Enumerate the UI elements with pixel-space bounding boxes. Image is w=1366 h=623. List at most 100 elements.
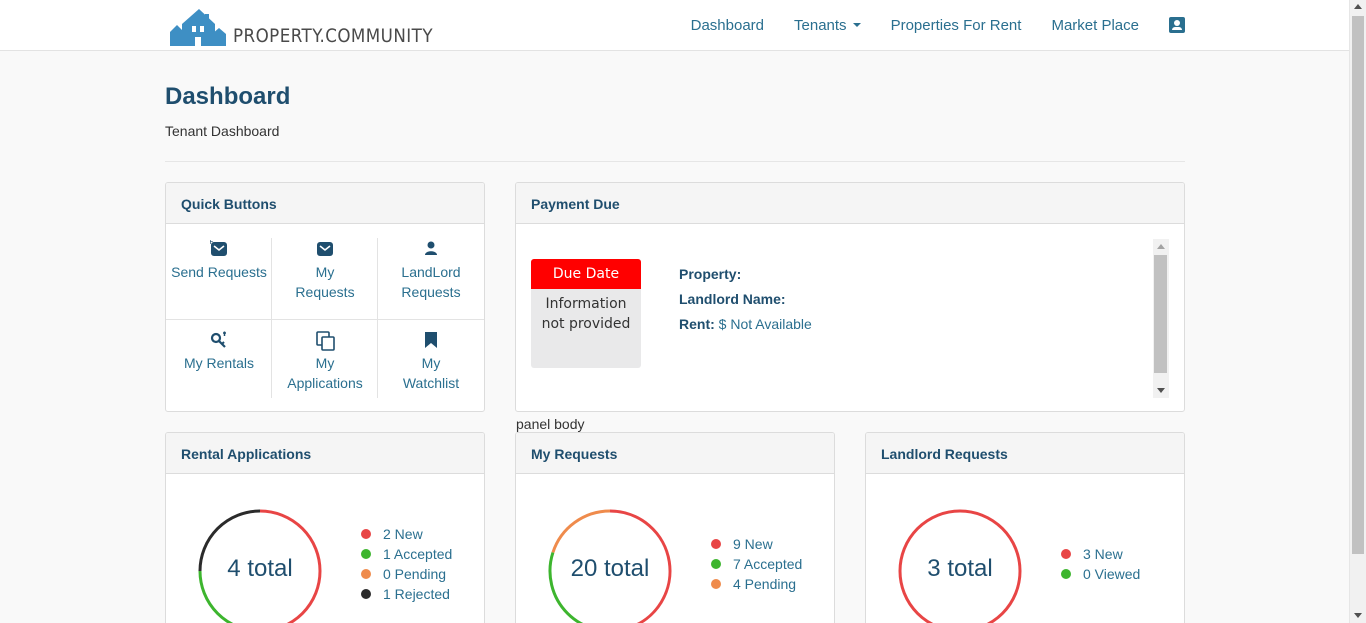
- send-requests-button[interactable]: + Send Requests: [166, 237, 272, 282]
- due-date-value: Information not provided: [531, 289, 641, 334]
- copy-icon: [316, 331, 335, 351]
- main-nav: Dashboard Tenants Properties For Rent Ma…: [661, 0, 1185, 50]
- due-date-label: Due Date: [531, 259, 641, 289]
- due-date-value-line1: Information: [545, 296, 627, 312]
- my-applications-label-1: My: [315, 355, 335, 371]
- page-subtitle: Tenant Dashboard: [165, 123, 280, 139]
- landlord-requests-label-2: Requests: [401, 284, 461, 300]
- legend-label: 9 New: [733, 536, 773, 552]
- landlord-requests-total: 3 total: [927, 555, 993, 582]
- nav-tenants[interactable]: Tenants: [794, 17, 861, 34]
- landlord-row: Landlord Name:: [679, 287, 812, 312]
- legend-item: 0 Viewed: [1061, 564, 1140, 584]
- house-logo-icon: [170, 9, 226, 46]
- landlord-label: Landlord Name:: [679, 291, 786, 307]
- legend-item: 9 New: [711, 534, 802, 554]
- legend-dot-icon: [361, 529, 371, 539]
- my-applications-button[interactable]: My Applications: [272, 331, 378, 393]
- my-requests-label-1: My: [315, 264, 335, 280]
- payment-due-panel: Payment Due Due Date Information not pro…: [515, 182, 1185, 412]
- landlord-requests-panel: Landlord Requests 3 total 3 New 0 Viewed: [865, 432, 1185, 623]
- rental-applications-total: 4 total: [227, 555, 293, 582]
- landlord-requests-legend: 3 New 0 Viewed: [1061, 544, 1140, 584]
- legend-dot-icon: [711, 579, 721, 589]
- legend-item: 2 New: [361, 524, 452, 544]
- my-requests-label-2: Requests: [295, 284, 355, 300]
- my-requests-title: My Requests: [516, 433, 834, 474]
- rent-label: Rent:: [679, 316, 715, 332]
- legend-label: 1 Rejected: [383, 586, 450, 602]
- rental-applications-legend: 2 New 1 Accepted 0 Pending 1 Rejected: [361, 524, 452, 604]
- panel-body-text: panel body: [516, 416, 585, 432]
- due-date-box: Due Date Information not provided: [531, 259, 641, 368]
- my-requests-total: 20 total: [570, 555, 650, 582]
- rent-row: Rent: $ Not Available: [679, 312, 812, 337]
- divider: [165, 161, 1185, 162]
- key-icon: [210, 331, 228, 349]
- scrollbar-thumb[interactable]: [1154, 255, 1167, 373]
- payment-info: Property: Landlord Name: Rent: $ Not Ava…: [679, 262, 812, 337]
- legend-dot-icon: [361, 549, 371, 559]
- legend-item: 1 Accepted: [361, 544, 452, 564]
- page-scrollbar[interactable]: [1349, 0, 1366, 623]
- nav-tenants-label: Tenants: [794, 16, 847, 34]
- my-applications-label-2: Applications: [287, 375, 363, 391]
- user-card-icon[interactable]: [1169, 17, 1185, 33]
- landlord-requests-title: Landlord Requests: [866, 433, 1184, 474]
- my-watchlist-button[interactable]: My Watchlist: [378, 331, 484, 393]
- legend-dot-icon: [711, 559, 721, 569]
- site-logo[interactable]: PROPERTY.COMMUNITY: [168, 4, 460, 46]
- quick-buttons-title: Quick Buttons: [166, 183, 484, 224]
- legend-item: 0 Pending: [361, 564, 452, 584]
- scroll-down-arrow-icon[interactable]: [1354, 613, 1362, 618]
- send-requests-label: Send Requests: [171, 264, 267, 280]
- divider: [166, 319, 484, 320]
- quick-buttons-panel: Quick Buttons + Send Requests My Request…: [165, 182, 485, 412]
- legend-label: 1 Accepted: [383, 546, 453, 562]
- nav-properties-for-rent[interactable]: Properties For Rent: [891, 17, 1022, 34]
- my-rentals-button[interactable]: My Rentals: [166, 331, 272, 373]
- scrollbar-thumb[interactable]: [1352, 16, 1364, 554]
- legend-label: 0 Pending: [383, 566, 447, 582]
- legend-label: 4 Pending: [733, 576, 797, 592]
- my-rentals-label: My Rentals: [183, 355, 255, 371]
- envelope-icon: [316, 240, 334, 258]
- legend-item: 1 Rejected: [361, 584, 452, 604]
- legend-item: 7 Accepted: [711, 554, 802, 574]
- scroll-up-arrow-icon[interactable]: [1354, 4, 1362, 9]
- due-date-value-line2: not provided: [541, 316, 631, 332]
- legend-dot-icon: [1061, 569, 1071, 579]
- legend-label: 7 Accepted: [733, 556, 803, 572]
- property-row: Property:: [679, 262, 812, 287]
- scroll-up-arrow-icon[interactable]: [1157, 244, 1165, 249]
- legend-item: 4 Pending: [711, 574, 802, 594]
- rent-value: $ Not Available: [718, 316, 812, 332]
- bookmark-icon: [422, 331, 440, 349]
- nav-market-place[interactable]: Market Place: [1051, 17, 1139, 34]
- envelope-plus-icon: +: [207, 237, 228, 258]
- my-requests-button[interactable]: My Requests: [272, 240, 378, 302]
- legend-item: 3 New: [1061, 544, 1140, 564]
- rental-applications-title: Rental Applications: [166, 433, 484, 474]
- legend-dot-icon: [1061, 549, 1071, 559]
- logo-text: PROPERTY.COMMUNITY: [233, 25, 433, 47]
- payment-scrollbar[interactable]: [1153, 239, 1169, 398]
- payment-due-title: Payment Due: [516, 183, 1184, 224]
- my-requests-legend: 9 New 7 Accepted 4 Pending: [711, 534, 802, 594]
- landlord-requests-button[interactable]: LandLord Requests: [378, 240, 484, 302]
- legend-dot-icon: [711, 539, 721, 549]
- nav-dashboard[interactable]: Dashboard: [691, 17, 764, 34]
- my-watchlist-label-2: Watchlist: [402, 375, 460, 391]
- scroll-down-arrow-icon[interactable]: [1157, 388, 1165, 393]
- caret-down-icon: [852, 23, 861, 27]
- legend-label: 3 New: [1083, 546, 1123, 562]
- top-navbar: PROPERTY.COMMUNITY Dashboard Tenants Pro…: [0, 0, 1349, 51]
- rental-applications-panel: Rental Applications 4 total 2 New 1 Accep…: [165, 432, 485, 623]
- landlord-requests-label-1: LandLord: [401, 264, 461, 280]
- user-icon: [422, 240, 440, 258]
- legend-label: 2 New: [383, 526, 423, 542]
- svg-text:+: +: [210, 240, 214, 246]
- my-requests-panel: My Requests 20 total 9 New 7 Accepted 4 Pe…: [515, 432, 835, 623]
- legend-dot-icon: [361, 589, 371, 599]
- my-watchlist-label-1: My: [421, 355, 441, 371]
